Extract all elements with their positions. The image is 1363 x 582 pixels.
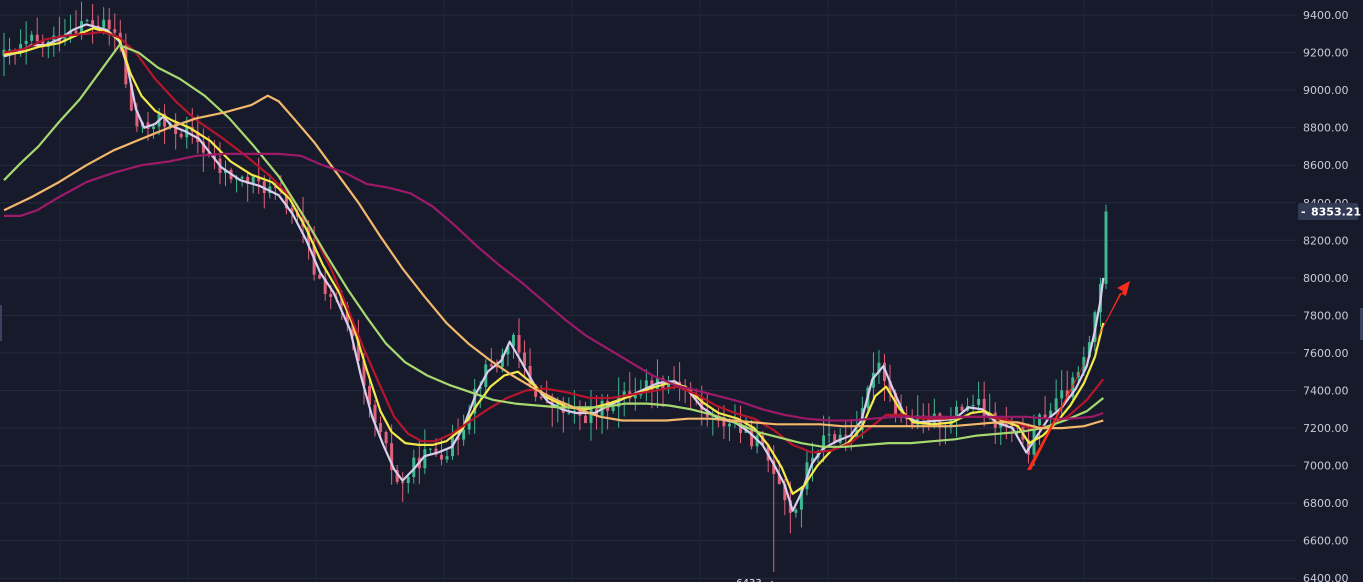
candle-body (539, 396, 543, 399)
candle-body (379, 423, 383, 432)
moving-average-line (3, 30, 1105, 454)
candle-body (102, 19, 106, 28)
candle-body (844, 434, 848, 436)
y-tick-label: 9000.00 (1303, 84, 1349, 97)
trend-arrow-icon (1027, 281, 1130, 470)
candles (2, 1, 1108, 573)
candle-body (35, 34, 39, 42)
candle-body (794, 509, 798, 513)
candle-body (113, 29, 117, 33)
candlestick-chart: 6433 → 6400.00 6600.00 6800.00 7000.00 7200.… (0, 0, 1363, 582)
candle-body (179, 133, 183, 138)
candle-body (384, 431, 388, 444)
low-arrow-icon: → (766, 578, 774, 582)
last-price-dash: - (1301, 206, 1306, 219)
candle-body (1060, 390, 1064, 399)
moving-average-line (3, 94, 1104, 430)
candle-body (982, 398, 986, 418)
moving-average-line (3, 44, 1104, 448)
candle-body (439, 454, 443, 460)
low-price-label: 6433 (736, 578, 761, 582)
candle-body (462, 429, 466, 440)
candle-body (152, 126, 156, 130)
candle-body (428, 448, 432, 450)
y-tick-label: 9200.00 (1303, 47, 1349, 60)
candle-body (85, 20, 89, 22)
y-tick-label: 7000.00 (1303, 460, 1349, 473)
y-tick-label: 6600.00 (1303, 535, 1349, 548)
candle-body (971, 405, 975, 407)
moving-averages (3, 23, 1105, 512)
candle-body (24, 40, 28, 44)
y-tick-label: 6400.00 (1303, 572, 1349, 582)
last-price-tag: 8353.21 - (1298, 203, 1361, 221)
candle-body (1054, 398, 1058, 411)
candle-body (567, 412, 571, 414)
candle-body (727, 423, 731, 427)
candle-body (977, 398, 981, 406)
candle-body (1104, 211, 1108, 284)
candle-body (583, 415, 587, 424)
y-tick-label: 7800.00 (1303, 309, 1349, 322)
y-tick-label: 8200.00 (1303, 234, 1349, 247)
candle-body (827, 434, 831, 436)
candle-body (240, 176, 244, 179)
left-scroll-handle[interactable] (0, 305, 2, 341)
last-price-value: 8353.21 (1311, 206, 1361, 219)
y-tick-label: 7200.00 (1303, 422, 1349, 435)
candle-body (1043, 414, 1047, 418)
candle-body (954, 406, 958, 417)
y-tick-label: 7600.00 (1303, 347, 1349, 360)
y-tick-label: 8600.00 (1303, 159, 1349, 172)
y-tick-label: 9400.00 (1303, 9, 1349, 22)
y-tick-label: 8800.00 (1303, 122, 1349, 135)
candle-body (30, 34, 34, 41)
y-tick-label: 7400.00 (1303, 385, 1349, 398)
moving-average-line (3, 23, 1105, 512)
candle-body (489, 364, 493, 367)
candle-body (406, 477, 410, 484)
candle-body (611, 407, 615, 411)
y-tick-label: 8000.00 (1303, 272, 1349, 285)
y-tick-label: 6800.00 (1303, 497, 1349, 510)
price-axis: 6400.00 6600.00 6800.00 7000.00 7200.00 7400.… (1303, 9, 1349, 582)
candle-body (589, 408, 593, 424)
candle-body (960, 406, 964, 411)
candle-body (445, 456, 449, 460)
candle-body (107, 19, 111, 30)
candle-body (1038, 414, 1042, 426)
annotations: 6433 → (736, 281, 1130, 582)
candle-body (517, 335, 521, 353)
candle-body (401, 481, 405, 484)
candle-body (329, 293, 333, 297)
moving-average-line (3, 27, 1105, 495)
candle-body (74, 30, 78, 34)
moving-average-line (4, 152, 1104, 422)
